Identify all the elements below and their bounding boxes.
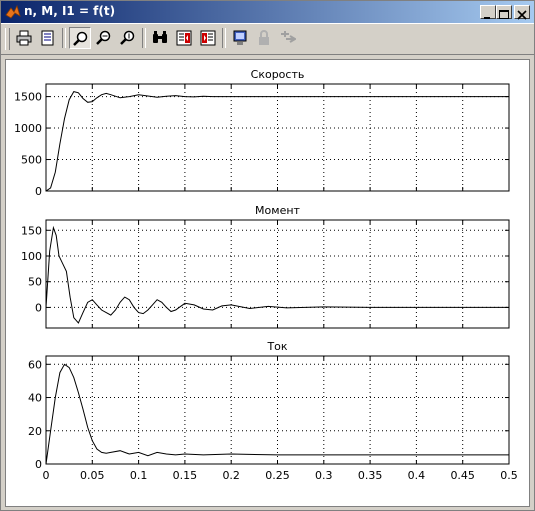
window-title: n, M, I1 = f(t) [24,4,116,18]
x-tick-label: 0.35 [358,469,383,482]
y-tick-label: 0 [35,301,42,314]
zoom-button[interactable] [69,27,91,49]
zoom-out-icon [120,30,135,45]
y-tick-label: 40 [28,392,42,405]
matlab-logo-icon [5,4,21,19]
y-tick-label: 50 [28,276,42,289]
floating-scope-button[interactable] [229,27,251,49]
scope-plots: 0 500 1000 1500 Скорость 0 50 100 150 Момент 0 20 40… [14,68,518,482]
x-tick-label: 0.15 [173,469,198,482]
subplot-1: 0 500 1000 1500 Скорость [14,68,510,198]
restore-axes-settings-button[interactable] [197,27,219,49]
x-tick-label: 0 [43,469,50,482]
x-tick-label: 0.05 [80,469,105,482]
save-config-icon [200,30,216,46]
binoculars-icon [153,31,167,43]
y-tick-label: 0 [35,458,42,471]
autoscale-button[interactable] [149,27,171,49]
lock-axes-icon [259,30,269,45]
scope-toolbar [1,23,534,55]
y-tick-label: 0 [35,185,42,198]
toolbar-separator [222,28,226,48]
y-tick-label: 500 [21,154,42,167]
floating-scope-icon [233,30,247,45]
title-bar[interactable]: n, M, I1 = f(t) [1,1,534,23]
zoom-x-button[interactable] [93,27,115,49]
x-tick-label: 0.2 [222,469,240,482]
subplot-title: Ток [266,340,287,353]
y-tick-label: 1500 [14,91,42,104]
print-icon [16,30,32,46]
x-tick-label: 0.5 [500,469,518,482]
zoom-in-icon [96,30,111,45]
y-tick-label: 1000 [14,122,42,135]
minimize-icon [484,17,490,19]
restore-config-icon [176,30,192,46]
scope-figure: 0 500 1000 1500 Скорость 0 50 100 150 Момент 0 20 40… [5,59,530,507]
x-tick-label: 0.25 [265,469,290,482]
zoom-icon [73,31,88,46]
save-axes-settings-button[interactable] [173,27,195,49]
signal-selection-icon [281,31,296,43]
signal-selection-button[interactable] [277,27,299,49]
x-tick-label: 0.1 [130,469,148,482]
subplot-2: 0 50 100 150 Момент [21,204,510,329]
x-tick-label: 0.4 [408,469,426,482]
subplot-3: 0 20 40 60 0 0.05 0.1 0.15 0.2 0.25 0.3 0.35 0.4 0.45… [28,340,518,482]
toolbar-separator [142,28,146,48]
close-icon [517,10,527,20]
y-tick-label: 20 [28,425,42,438]
toolbar-grip[interactable] [5,28,10,50]
subplot-title: Скорость [251,68,305,81]
lock-axes-button[interactable] [253,27,275,49]
zoom-y-button[interactable] [117,27,139,49]
minimize-button[interactable] [480,5,496,19]
print-preview-button[interactable] [37,27,59,49]
y-tick-label: 100 [21,250,42,263]
x-tick-label: 0.3 [315,469,333,482]
toolbar-separator [62,28,66,48]
maximize-button[interactable] [496,5,512,19]
subplot-title: Момент [255,204,300,217]
print-button[interactable] [13,27,35,49]
x-tick-label: 0.45 [450,469,475,482]
y-tick-label: 60 [28,358,42,371]
print-preview-icon [41,30,54,46]
maximize-icon [499,10,509,19]
y-tick-label: 150 [21,224,42,237]
scope-window: n, M, I1 = f(t) 0 500 1000 1500 Скорость… [0,0,535,511]
close-button[interactable] [514,5,530,20]
